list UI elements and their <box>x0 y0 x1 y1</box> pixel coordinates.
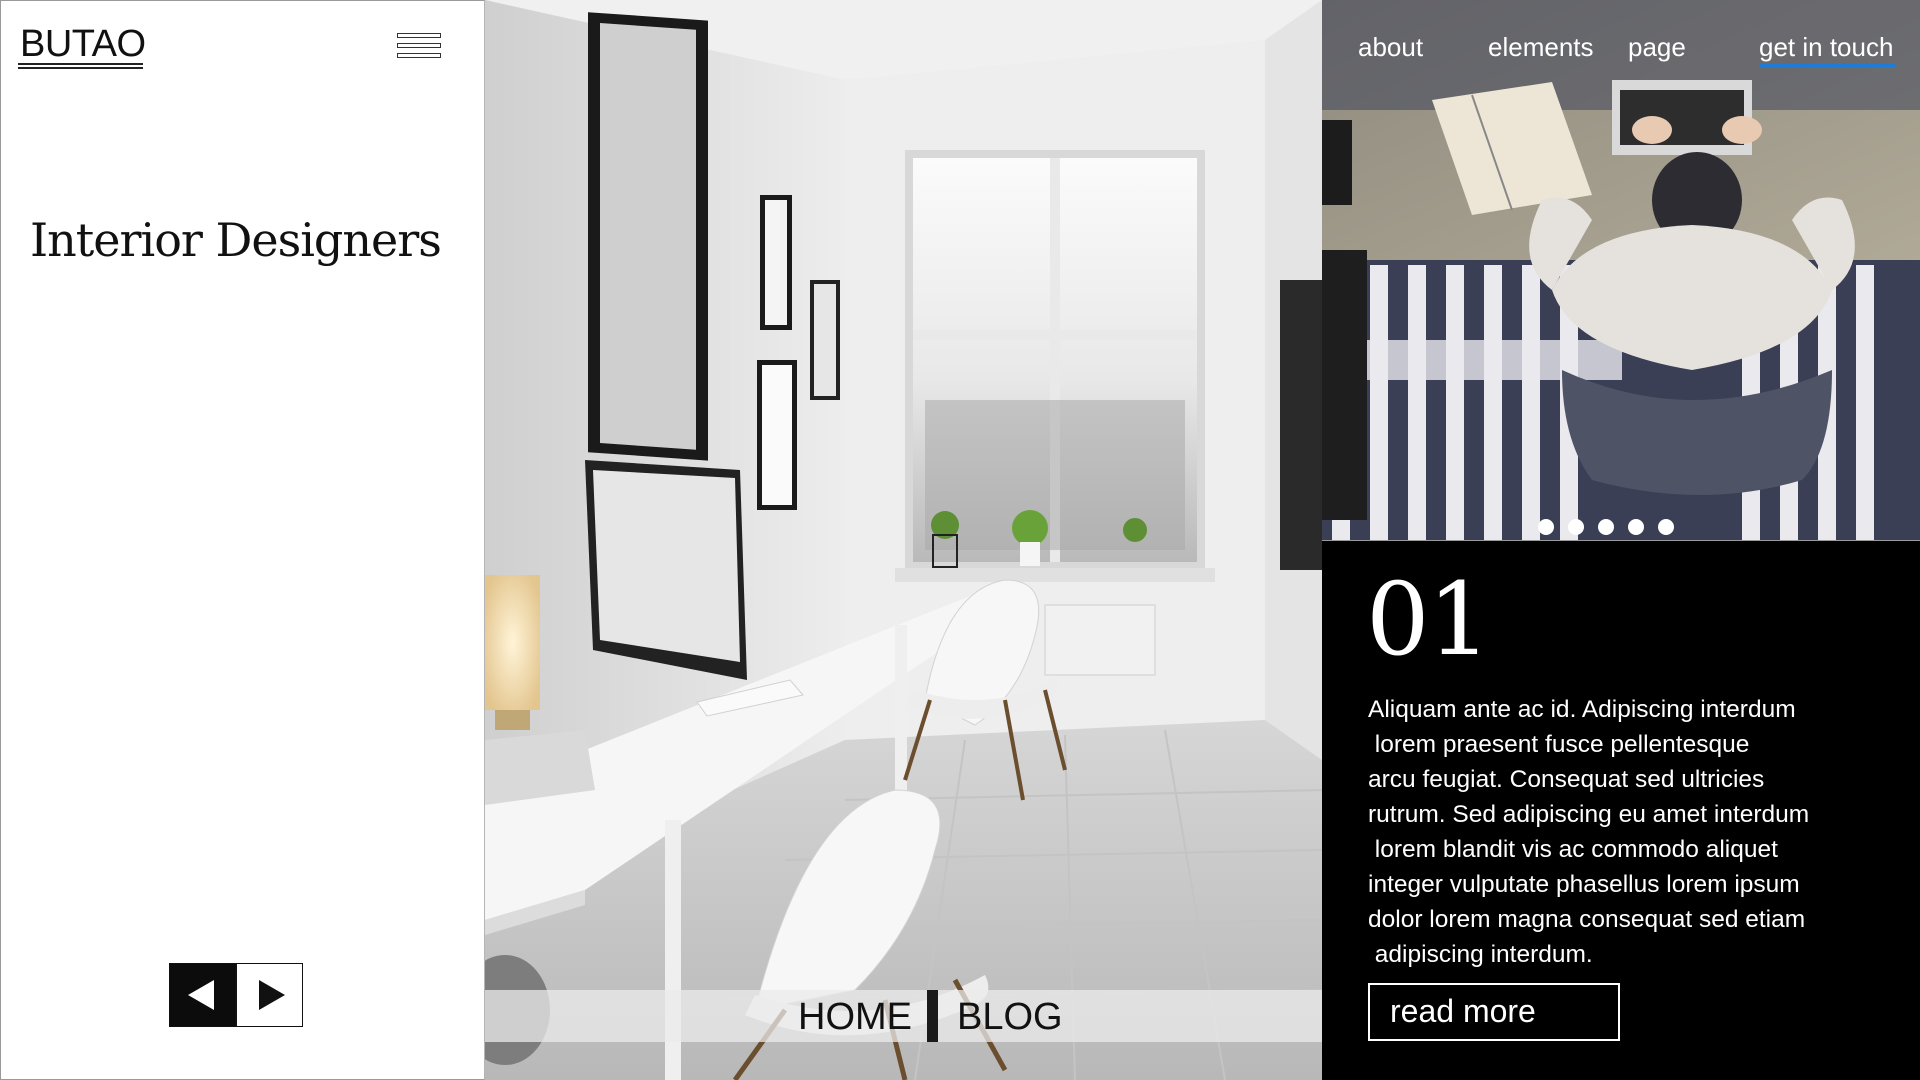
left-panel: BUTAO Interior Designers <box>0 0 485 1080</box>
page-headline: Interior Designers <box>30 213 442 267</box>
bottom-nav-bar: HOME BLOG <box>485 990 1322 1042</box>
nav-get-in-touch-link[interactable]: get in touch <box>1759 32 1893 63</box>
body-line: lorem blandit vis ac commodo aliquet <box>1368 836 1778 863</box>
nav-blog-link[interactable]: BLOG <box>957 994 1063 1040</box>
next-slide-button[interactable] <box>236 963 303 1027</box>
carousel-dot[interactable] <box>1568 519 1584 535</box>
brand-logo[interactable]: BUTAO <box>20 23 146 65</box>
workspace-photo <box>1322 0 1920 540</box>
room-photo <box>485 0 1322 1080</box>
nav-page-link[interactable]: page <box>1628 32 1686 63</box>
body-line: lorem praesent fusce pellentesque <box>1368 731 1750 758</box>
carousel-dot[interactable] <box>1598 519 1614 535</box>
nav-about-link[interactable]: about <box>1358 32 1423 63</box>
room-photo-panel: HOME BLOG <box>485 0 1322 1080</box>
body-line: rutrum. Sed adipiscing eu amet interdum <box>1368 801 1810 828</box>
read-more-button[interactable]: read more <box>1368 983 1620 1041</box>
nav-home-link[interactable]: HOME <box>798 994 912 1040</box>
nav-divider <box>927 990 938 1042</box>
right-panel: about elements page get in touch 01 Aliq… <box>1322 0 1920 1080</box>
body-line: dolor lorem magna consequat sed etiam <box>1368 906 1806 933</box>
hamburger-menu-icon[interactable] <box>397 33 441 61</box>
logo-underline <box>18 63 143 65</box>
carousel-dot[interactable] <box>1538 519 1554 535</box>
logo-underline <box>18 67 143 69</box>
feature-number: 01 <box>1366 561 1491 678</box>
carousel-dot[interactable] <box>1628 519 1644 535</box>
body-line: adipiscing interdum. <box>1368 941 1593 968</box>
section-divider <box>1322 540 1920 541</box>
body-line: integer vulputate phasellus lorem ipsum <box>1368 871 1800 898</box>
feature-body-text: Aliquam ante ac id. Adipiscing interdum … <box>1368 692 1868 972</box>
active-link-underline <box>1759 64 1895 67</box>
previous-slide-button[interactable] <box>169 963 236 1027</box>
body-line: Aliquam ante ac id. Adipiscing interdum <box>1368 696 1796 723</box>
nav-elements-link[interactable]: elements <box>1488 32 1594 63</box>
slider-controls <box>169 963 304 1027</box>
hero-image: about elements page get in touch <box>1322 0 1920 540</box>
arrow-left-icon <box>187 980 214 1010</box>
top-navigation: about elements page get in touch <box>1322 0 1920 80</box>
body-line: arcu feugiat. Consequat sed ultricies <box>1368 766 1765 793</box>
arrow-right-icon <box>258 980 285 1010</box>
carousel-dot[interactable] <box>1658 519 1674 535</box>
